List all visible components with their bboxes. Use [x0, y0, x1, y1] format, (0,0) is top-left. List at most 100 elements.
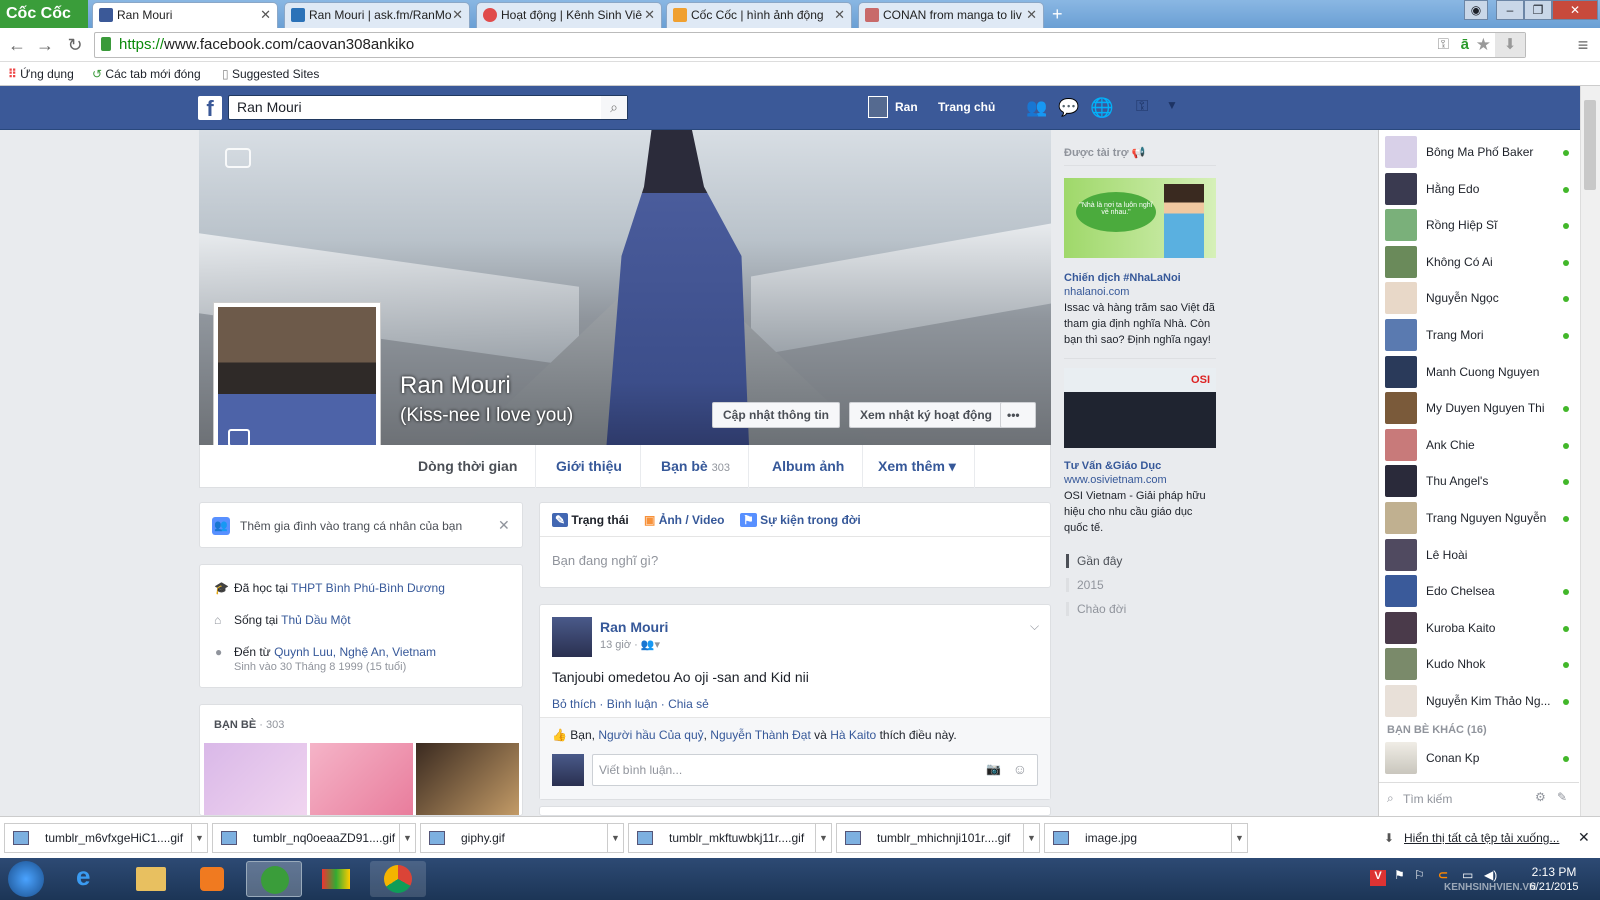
chat-contact[interactable]: Rồng Hiệp Sĩ [1385, 207, 1575, 243]
clock-time[interactable]: 2:13 PM [1526, 865, 1582, 879]
maximize-icon[interactable]: ❐ [1524, 0, 1552, 20]
bookmark-apps[interactable]: ⠿ Ứng dụng [8, 66, 74, 82]
start-button[interactable] [8, 861, 44, 897]
notifications-globe-icon[interactable]: 🌐 [1090, 96, 1114, 120]
friend-thumbnail[interactable] [416, 743, 519, 815]
ad1-domain[interactable]: nhalanoi.com [1064, 286, 1129, 298]
coccoc-taskbar-icon[interactable] [246, 861, 302, 897]
composer-status-tab[interactable]: ✎ Trạng thái [552, 513, 629, 527]
chat-contact[interactable]: Thu Angel's [1385, 463, 1575, 499]
header-home-link[interactable]: Trang chủ [938, 100, 995, 114]
download-options-chevron-down-icon[interactable]: ▼ [815, 824, 831, 852]
dismiss-close-icon[interactable]: ✕ [498, 517, 510, 534]
unlike-link[interactable]: Bỏ thích [552, 697, 596, 711]
ad2-domain[interactable]: www.osivietnam.com [1064, 474, 1167, 486]
tab-kenhsinhvien[interactable]: Hoạt động | Kênh Sinh Viê ✕ [476, 2, 662, 28]
chat-contact[interactable]: Trang Nguyen Nguyễn [1385, 500, 1575, 536]
tray-app-icon[interactable]: V [1370, 870, 1386, 886]
media-player-taskbar-icon[interactable] [184, 861, 240, 897]
chat-contact[interactable]: Nguyễn Kim Thảo Ng... [1385, 683, 1575, 719]
tab-more[interactable]: Xem thêm ▾ [860, 445, 975, 488]
download-item[interactable]: giphy.gif ▼ [420, 823, 624, 853]
chat-contact[interactable]: Kuroba Kaito [1385, 610, 1575, 646]
chat-contact[interactable]: Bông Ma Phố Baker [1385, 134, 1575, 170]
composer-life-event-tab[interactable]: ⚑ Sự kiện trong đời [740, 513, 861, 527]
close-download-bar-icon[interactable]: ✕ [1578, 829, 1590, 846]
chat-contact[interactable]: Hằng Edo [1385, 171, 1575, 207]
audience-friends-icon[interactable]: 👥▾ [641, 639, 660, 651]
tab-conan[interactable]: CONAN from manga to liv ✕ [858, 2, 1044, 28]
tab-about[interactable]: Giới thiệu [538, 445, 641, 488]
download-options-chevron-down-icon[interactable]: ▼ [607, 824, 623, 852]
comment-link[interactable]: Bình luận [607, 697, 658, 711]
tray-monitor-icon[interactable]: ▭ [1462, 868, 1473, 882]
header-avatar[interactable] [868, 96, 888, 118]
download-icon[interactable]: ⬇ [1495, 33, 1525, 57]
friends-box-header[interactable]: BẠN BÈ · 303 [214, 719, 284, 731]
comment-input[interactable]: Viết bình luận... 📷 ☺ [592, 754, 1038, 786]
back-icon[interactable]: ← [6, 34, 28, 56]
camera-icon[interactable]: 📷 [986, 762, 1001, 776]
tab-askfm[interactable]: Ran Mouri | ask.fm/RanMo ✕ [284, 2, 470, 28]
download-item[interactable]: tumblr_mkftuwbkj11r....gif ▼ [628, 823, 832, 853]
explorer-taskbar-icon[interactable] [122, 861, 178, 897]
download-item[interactable]: tumblr_nq0oeaaZD91....gif ▼ [212, 823, 416, 853]
chat-search[interactable]: ⌕ Tìm kiếm ⚙ ✎ [1379, 782, 1579, 816]
chat-contact[interactable]: Manh Cuong Nguyen [1385, 354, 1575, 390]
timeline-nav-2015[interactable]: 2015 [1066, 578, 1104, 592]
more-options-button[interactable]: ••• [1000, 402, 1036, 428]
minimize-icon[interactable]: – [1496, 0, 1524, 20]
chat-contact[interactable]: Không Có Ai [1385, 244, 1575, 280]
tab-friends[interactable]: Bạn bè 303 [643, 445, 749, 488]
post-options-chevron-down-icon[interactable]: ⌵ [1030, 619, 1039, 634]
tab-photos[interactable]: Album ảnh [754, 445, 864, 488]
header-profile-link[interactable]: Ran [895, 100, 918, 114]
close-tab-icon[interactable]: ✕ [834, 3, 845, 27]
app-taskbar-icon[interactable] [308, 861, 364, 897]
address-bar[interactable]: https://www.facebook.com/caovan308ankiko… [94, 32, 1526, 58]
tab-facebook[interactable]: Ran Mouri ✕ [92, 2, 278, 28]
emoji-smiley-icon[interactable]: ☺ [1013, 761, 1027, 777]
coccoc-translate-icon[interactable]: ā [1461, 33, 1469, 57]
post-author-name[interactable]: Ran Mouri [600, 619, 668, 635]
post-author-avatar[interactable] [552, 617, 592, 657]
coccoc-logo[interactable]: Cốc Cốc [0, 0, 88, 28]
download-item[interactable]: tumblr_m6vfxgeHiC1....gif ▼ [4, 823, 208, 853]
chat-contact[interactable]: Nguyễn Ngọc [1385, 280, 1575, 316]
composer-photo-tab[interactable]: ▣ Ảnh / Video [644, 513, 724, 527]
ad2-image[interactable]: OSI [1064, 368, 1216, 448]
download-options-chevron-down-icon[interactable]: ▼ [399, 824, 415, 852]
forward-icon[interactable]: → [34, 34, 56, 56]
timeline-nav-recent[interactable]: Gần đây [1066, 554, 1122, 568]
ad2-text[interactable]: OSI Vietnam - Giải pháp hữu hiệu cho nhu… [1064, 488, 1216, 536]
chat-contact[interactable]: My Duyen Nguyen Thi [1385, 390, 1575, 426]
ad-megaphone-icon[interactable]: 📢 [1132, 147, 1146, 159]
scrollbar-thumb[interactable] [1584, 100, 1596, 190]
chat-contact[interactable]: Kudo Nhok [1385, 646, 1575, 682]
close-tab-icon[interactable]: ✕ [1026, 3, 1037, 27]
ad1-text[interactable]: Issac và hàng trăm sao Việt đã tham gia … [1064, 300, 1216, 348]
friend-thumbnail[interactable] [310, 743, 413, 815]
composer-input[interactable]: Bạn đang nghĩ gì? [552, 553, 658, 568]
search-icon[interactable]: ⌕ [601, 96, 627, 119]
download-options-chevron-down-icon[interactable]: ▼ [191, 824, 207, 852]
privacy-shortcuts-icon[interactable]: ⚿ [1136, 98, 1148, 116]
messages-icon[interactable]: 💬 [1058, 98, 1079, 118]
star-icon[interactable]: ★ [1476, 33, 1491, 57]
tray-coccoc-icon[interactable]: ⊂ [1438, 868, 1448, 882]
ad1-title[interactable]: Chiến dịch #NhaLaNoi [1064, 272, 1181, 284]
change-cover-camera-icon[interactable] [225, 148, 251, 168]
reload-icon[interactable]: ↻ [64, 34, 86, 56]
close-tab-icon[interactable]: ✕ [644, 3, 655, 27]
profile-name[interactable]: Ran Mouri [400, 372, 511, 400]
friend-requests-icon[interactable]: 👥 [1026, 98, 1047, 118]
activity-log-button[interactable]: Xem nhật ký hoạt động [849, 402, 1004, 428]
new-message-icon[interactable]: ✎ [1557, 790, 1567, 804]
key-icon[interactable]: ⚿ [1438, 33, 1449, 57]
menu-icon[interactable]: ≡ [1572, 34, 1594, 56]
tray-network-icon[interactable]: ⚑ [1394, 868, 1405, 882]
profile-icon[interactable]: ◉ [1464, 0, 1488, 20]
page-scrollbar[interactable] [1580, 86, 1600, 816]
friend-thumbnail[interactable] [204, 743, 307, 815]
add-family-text[interactable]: Thêm gia đình vào trang cá nhân của bạn [240, 519, 462, 533]
